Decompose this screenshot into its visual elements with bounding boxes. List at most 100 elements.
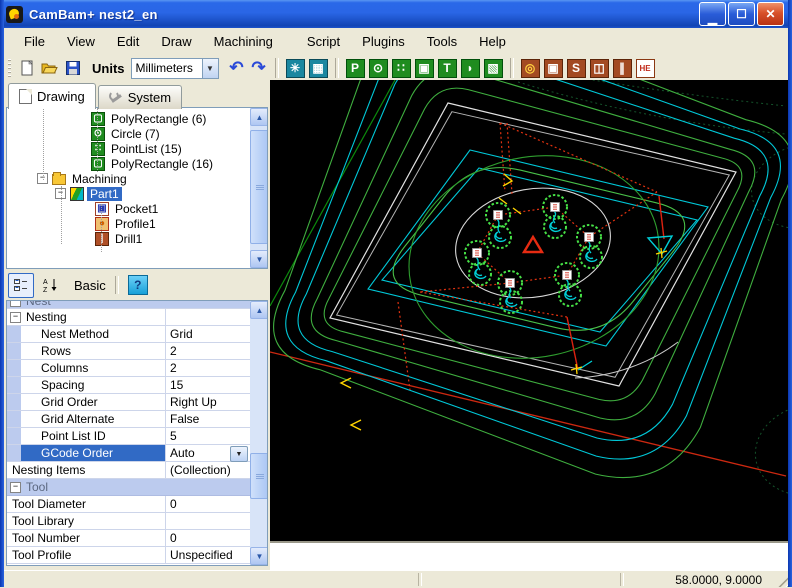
property-row-nest-method[interactable]: Nest MethodGrid xyxy=(7,326,250,343)
tree-item-profile1[interactable]: ●Profile1 xyxy=(7,216,249,231)
menu-view[interactable]: View xyxy=(57,31,105,52)
rectangle-button[interactable]: ▣ xyxy=(414,58,435,79)
property-row-tool-diameter[interactable]: Tool Diameter0 xyxy=(7,496,250,513)
property-row-grid-alternate[interactable]: Grid AlternateFalse xyxy=(7,411,250,428)
property-value[interactable]: Grid xyxy=(170,327,193,341)
property-value[interactable]: Right Up xyxy=(170,395,217,409)
property-row-nesting-items[interactable]: Nesting Items(Collection) xyxy=(7,462,250,479)
engrave-mop-button[interactable]: S xyxy=(566,58,587,79)
text-icon: T xyxy=(438,59,457,78)
menu-plugins[interactable]: Plugins xyxy=(352,31,415,52)
property-value[interactable]: Unspecified xyxy=(170,548,233,562)
units-combo-arrow[interactable]: ▼ xyxy=(203,58,219,79)
tab-drawing-label: Drawing xyxy=(37,89,85,104)
property-value[interactable]: 0 xyxy=(170,531,177,545)
property-row-spacing[interactable]: Spacing15 xyxy=(7,377,250,394)
undo-button[interactable]: ↶ xyxy=(226,58,248,78)
menu-script[interactable]: Script xyxy=(297,31,350,52)
tab-drawing[interactable]: Drawing xyxy=(8,83,96,109)
surface-button[interactable]: ◗ xyxy=(460,58,481,79)
scroll-thumb[interactable] xyxy=(250,453,268,499)
save-file-button[interactable] xyxy=(62,58,83,79)
property-row-columns[interactable]: Columns2 xyxy=(7,360,250,377)
pocket-mop-button[interactable]: ▣ xyxy=(543,58,564,79)
drawing-tree: ▢PolyRectangle (6)⊙Circle (7)∷PointList … xyxy=(6,107,268,269)
property-value[interactable]: 5 xyxy=(170,429,177,443)
new-file-button[interactable] xyxy=(16,58,37,79)
property-value[interactable]: False xyxy=(170,412,199,426)
property-row-point-list-id[interactable]: Point List ID5 xyxy=(7,428,250,445)
dropdown-arrow-button[interactable]: ▼ xyxy=(230,446,248,462)
menu-draw[interactable]: Draw xyxy=(151,31,201,52)
snap-grid-button[interactable]: ▦ xyxy=(308,58,329,79)
categorized-view-button[interactable] xyxy=(8,273,34,298)
toolbar-grip xyxy=(8,59,11,77)
property-value[interactable]: 15 xyxy=(170,378,183,392)
cad-viewport[interactable] xyxy=(270,80,788,543)
property-value[interactable]: 2 xyxy=(170,361,177,375)
property-row-tool-number[interactable]: Tool Number0 xyxy=(7,530,250,547)
scroll-up-arrow[interactable]: ▲ xyxy=(250,301,268,319)
collapse-icon[interactable]: − xyxy=(10,301,21,307)
close-button[interactable]: ✕ xyxy=(757,2,784,26)
property-value[interactable]: (Collection) xyxy=(170,463,231,477)
tree-scrollbar[interactable]: ▲ ▼ xyxy=(250,108,267,268)
tree-item-drill1[interactable]: |Drill1 xyxy=(7,231,249,246)
tree-item-label[interactable]: Machining xyxy=(69,172,130,186)
menu-file[interactable]: File xyxy=(14,31,55,52)
menu-machining[interactable]: Machining xyxy=(204,31,283,52)
tree-item-label[interactable]: Pocket1 xyxy=(112,202,161,216)
text-button[interactable]: T xyxy=(437,58,458,79)
tree-item-label[interactable]: PolyRectangle (6) xyxy=(108,112,209,126)
redo-button[interactable]: ↷ xyxy=(248,58,270,78)
tree-item-label[interactable]: PolyRectangle (16) xyxy=(108,157,216,171)
property-value[interactable]: 0 xyxy=(170,497,177,511)
property-value[interactable]: 2 xyxy=(170,344,177,358)
property-value[interactable]: Auto xyxy=(170,446,195,460)
property-row-grid-order[interactable]: Grid OrderRight Up xyxy=(7,394,250,411)
menu-edit[interactable]: Edit xyxy=(107,31,149,52)
propgrid-scrollbar[interactable]: ▲ ▼ xyxy=(250,301,267,565)
snap-points-button[interactable]: ✳ xyxy=(285,58,306,79)
minimize-button[interactable]: ▁ xyxy=(699,2,726,26)
circle-button[interactable]: ⊙ xyxy=(368,58,389,79)
property-row-nesting[interactable]: −Nesting xyxy=(7,309,250,326)
tree-item-part1[interactable]: −Part1 xyxy=(7,186,249,201)
menu-help[interactable]: Help xyxy=(469,31,516,52)
maximize-button[interactable]: ☐ xyxy=(728,2,755,26)
collapse-icon[interactable]: − xyxy=(10,482,21,493)
collapse-icon[interactable]: − xyxy=(10,312,21,323)
property-row-gcode-order[interactable]: GCode OrderAuto▼ xyxy=(7,445,250,462)
property-row-tool[interactable]: −Tool xyxy=(7,479,250,496)
profile3d-mop-button[interactable]: ∥ xyxy=(612,58,633,79)
drill-mop-button[interactable]: ◫ xyxy=(589,58,610,79)
tree-connector xyxy=(43,108,44,180)
view-mode-label[interactable]: Basic xyxy=(74,278,106,293)
polyline-button[interactable]: P xyxy=(345,58,366,79)
solid-button[interactable]: ▧ xyxy=(483,58,504,79)
gcode-button[interactable]: HE xyxy=(635,58,656,79)
tree-item-label[interactable]: Circle (7) xyxy=(108,127,163,141)
scroll-up-arrow[interactable]: ▲ xyxy=(250,108,268,126)
scroll-thumb[interactable] xyxy=(250,130,268,244)
help-button[interactable]: ? xyxy=(128,275,148,295)
scroll-down-arrow[interactable]: ▼ xyxy=(250,547,268,565)
tree-item-label[interactable]: Profile1 xyxy=(112,217,159,231)
units-combobox[interactable]: Millimeters xyxy=(131,58,203,79)
cursor-coordinates: 58.0000, 9.0000 xyxy=(624,571,788,588)
tree-item-label[interactable]: PointList (15) xyxy=(108,142,185,156)
property-row-rows[interactable]: Rows2 xyxy=(7,343,250,360)
pointlist-button[interactable]: ∷ xyxy=(391,58,412,79)
menu-tools[interactable]: Tools xyxy=(417,31,467,52)
alphabetical-sort-button[interactable]: AZ xyxy=(38,274,64,297)
tree-item-label[interactable]: Drill1 xyxy=(112,232,145,246)
property-row-nest[interactable]: −Nest xyxy=(7,301,250,309)
property-row-tool-library[interactable]: Tool Library xyxy=(7,513,250,530)
tab-system[interactable]: System xyxy=(98,85,182,109)
profile-mop-button[interactable]: ◎ xyxy=(520,58,541,79)
open-file-button[interactable] xyxy=(39,58,60,79)
property-row-tool-profile[interactable]: Tool ProfileUnspecified xyxy=(7,547,250,564)
tree-item-label[interactable]: Part1 xyxy=(87,187,122,201)
tree-item-pocket1[interactable]: ▣Pocket1 xyxy=(7,201,249,216)
scroll-down-arrow[interactable]: ▼ xyxy=(250,250,268,268)
